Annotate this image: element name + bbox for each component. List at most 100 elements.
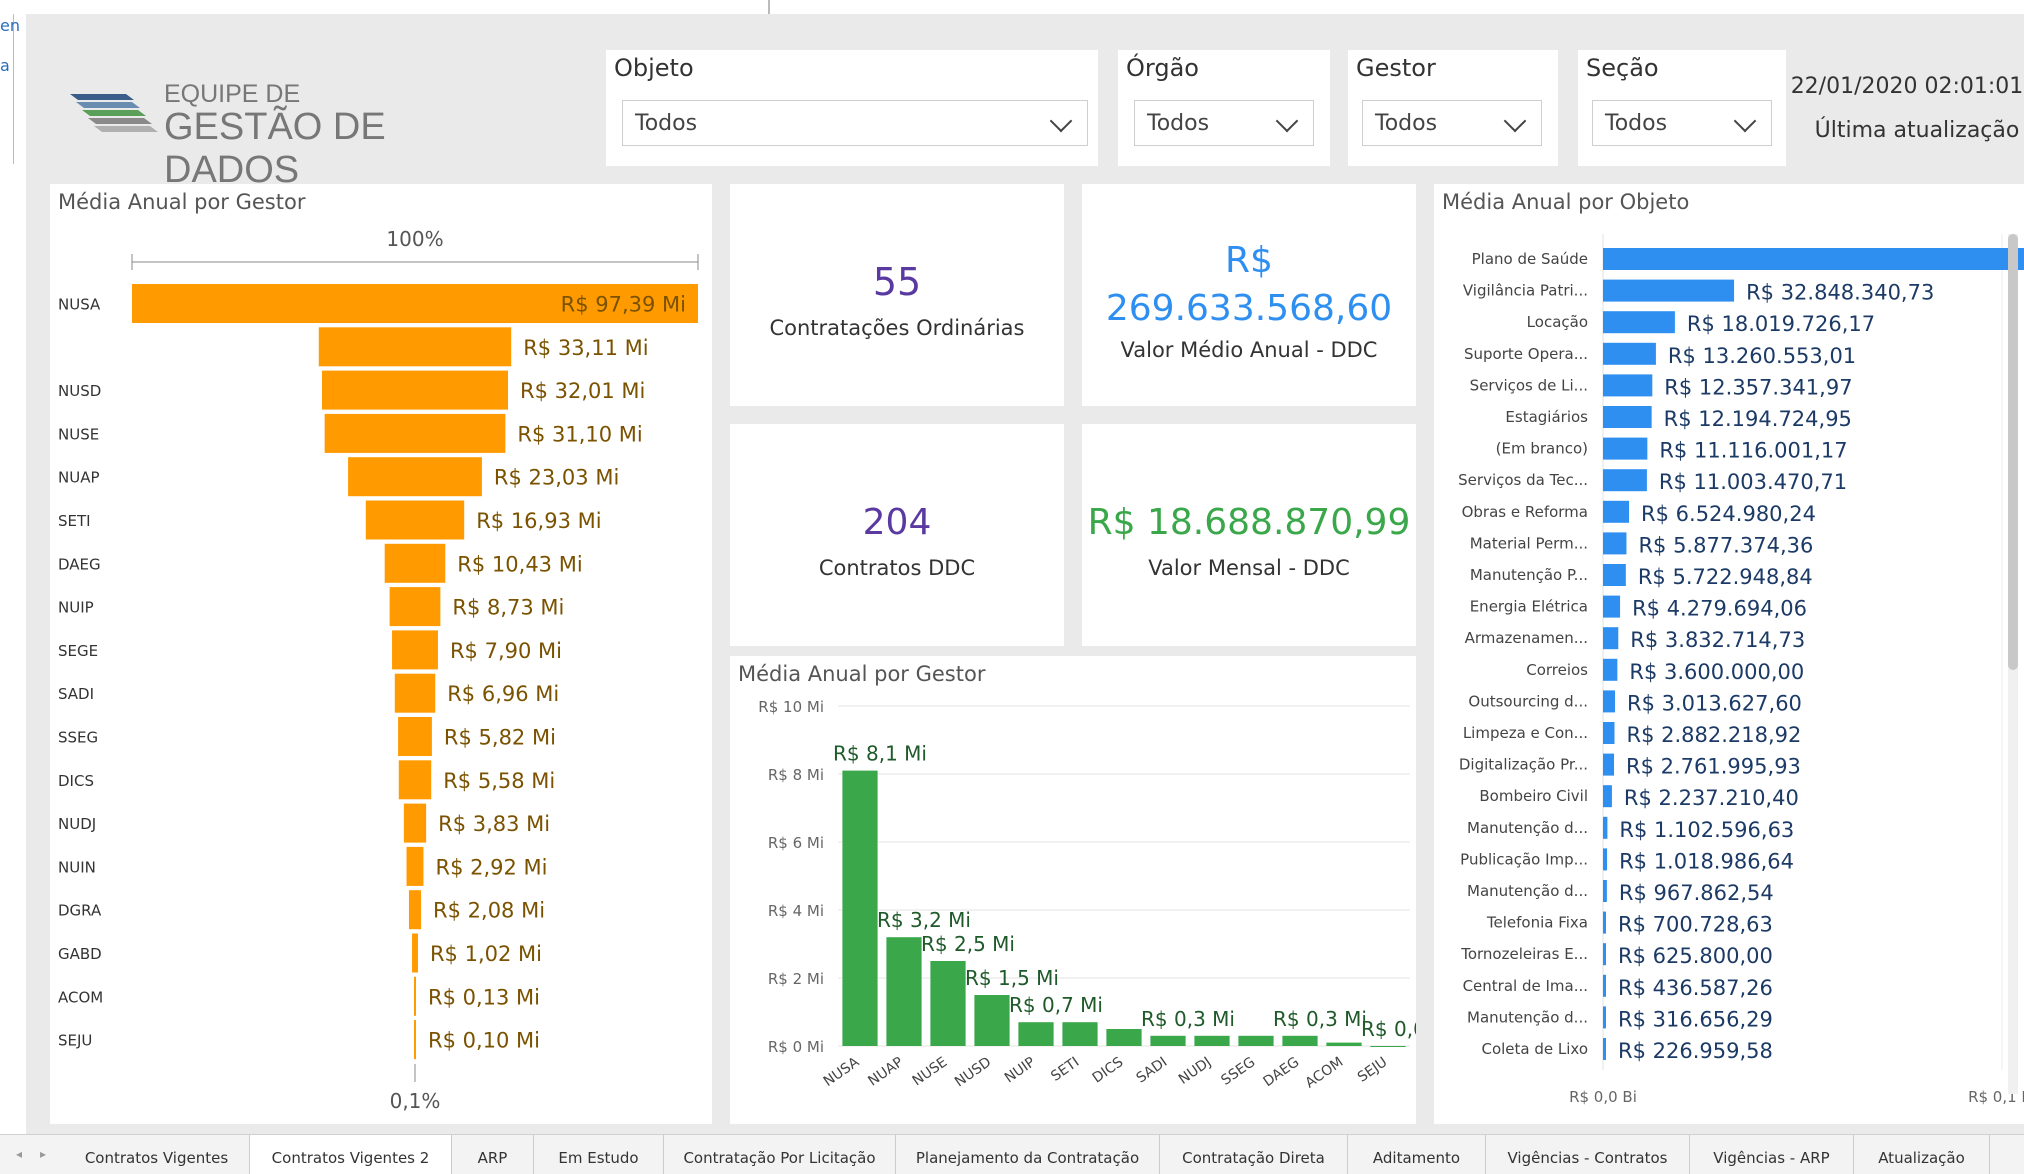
column-ytick-label: R$ 2 Mi — [768, 970, 824, 988]
slicer-objeto-value: Todos — [635, 111, 698, 136]
chart-scrollbar-track[interactable] — [2008, 234, 2018, 1094]
team-logo: EQUIPE DE GESTÃO DE DADOS — [68, 74, 488, 191]
column-value-label: R$ 0,0 Mi — [1361, 1017, 1416, 1041]
page-tab-bar: ◂ ▸ Contratos Vigentes Contratos Vigentes… — [0, 1134, 2024, 1174]
objeto-value-label: R$ 4.279.694,06 — [1632, 597, 1807, 621]
funnel-bar — [414, 1020, 416, 1060]
objeto-category-label: Correios — [1526, 661, 1588, 679]
tab-arp[interactable]: ARP — [452, 1135, 534, 1174]
objeto-category-label: Estagiários — [1505, 408, 1588, 426]
column-value-label: R$ 3,2 Mi — [877, 908, 971, 932]
objeto-value-label: R$ 2.761.995,93 — [1626, 755, 1801, 779]
objeto-bar — [1603, 469, 1647, 492]
tab-atualizacao[interactable]: Atualização — [1854, 1135, 1990, 1174]
funnel-category-label: SEGE — [58, 642, 98, 660]
objeto-bar — [1603, 722, 1615, 744]
chevron-down-icon — [1503, 109, 1527, 133]
objeto-value-label: R$ 32.848.340,73 — [1746, 281, 1934, 305]
objeto-value-label: R$ 2.882.218,92 — [1627, 723, 1802, 747]
column-value-label: R$ 0,3 Mi — [1141, 1007, 1235, 1031]
tab-contratos-vigentes[interactable]: Contratos Vigentes — [64, 1135, 250, 1174]
objeto-category-label: Limpeza e Con... — [1463, 724, 1588, 742]
top-strip — [0, 0, 2024, 14]
kpi-2-label: Valor Médio Anual - DDC — [1120, 338, 1378, 362]
column-value-label: R$ 1,5 Mi — [965, 966, 1059, 990]
kpi-contratacoes-ordinarias: 55 Contratações Ordinárias — [730, 184, 1064, 406]
column-category-label: DAEG — [1261, 1054, 1303, 1090]
objeto-value-label: R$ 11.003.470,71 — [1659, 470, 1847, 494]
funnel-value-label: R$ 6,96 Mi — [447, 682, 559, 706]
objeto-chart-card: Média Anual por Objeto Plano de SaúdeR$ … — [1434, 184, 2024, 1124]
objeto-bar — [1603, 564, 1626, 586]
slicer-gestor-value: Todos — [1375, 111, 1438, 136]
slicer-gestor[interactable]: Gestor Todos — [1348, 50, 1558, 166]
slicer-secao-dropdown[interactable]: Todos — [1592, 100, 1772, 146]
objeto-bar — [1603, 1006, 1606, 1029]
background-window-edge: en a — [0, 0, 20, 164]
kpi-3-value: 204 — [862, 502, 932, 543]
objeto-category-label: Publicação Imp... — [1460, 850, 1588, 868]
slicer-orgao-dropdown[interactable]: Todos — [1134, 100, 1314, 146]
tab-contratacao-por-licitacao[interactable]: Contratação Por Licitação — [664, 1135, 896, 1174]
kpi-contratos-ddc: 204 Contratos DDC — [730, 424, 1064, 646]
objeto-value-label: R$ 1.018.986,64 — [1619, 849, 1794, 873]
tab-scroll-right-icon[interactable]: ▸ — [40, 1147, 46, 1161]
slicer-secao[interactable]: Seção Todos — [1578, 50, 1786, 166]
slicer-gestor-dropdown[interactable]: Todos — [1362, 100, 1542, 146]
funnel-value-label: R$ 32,01 Mi — [520, 379, 645, 403]
objeto-category-label: Digitalização Pr... — [1459, 756, 1588, 774]
objeto-bar — [1603, 848, 1608, 871]
objeto-bar — [1603, 974, 1606, 997]
column-bar — [1370, 1046, 1406, 1047]
objeto-bar — [1603, 500, 1630, 523]
tab-vigencias-arp[interactable]: Vigências - ARP — [1690, 1135, 1854, 1174]
objeto-bar — [1603, 627, 1619, 650]
funnel-bar — [384, 543, 446, 583]
tab-contratacao-direta[interactable]: Contratação Direta — [1160, 1135, 1348, 1174]
objeto-category-label: Outsourcing d... — [1468, 692, 1588, 710]
column-bar — [974, 995, 1010, 1046]
funnel-bar — [348, 457, 482, 497]
funnel-category-label: SETI — [58, 512, 91, 530]
objeto-value-label: R$ 316.656,29 — [1618, 1007, 1773, 1031]
tab-em-estudo[interactable]: Em Estudo — [534, 1135, 664, 1174]
tab-aditamento[interactable]: Aditamento — [1348, 1135, 1486, 1174]
column-chart: R$ 0 Mi R$ 2 Mi R$ 4 Mi R$ 6 Mi R$ 8 Mi R$ 10… — [758, 698, 1416, 1091]
funnel-category-label: NUDJ — [58, 815, 96, 833]
funnel-value-label: R$ 23,03 Mi — [494, 466, 619, 490]
objeto-value-label: R$ 967.862,54 — [1619, 881, 1774, 905]
objeto-value-label: R$ 2.237.210,40 — [1624, 786, 1799, 810]
tab-scroll-left-icon[interactable]: ◂ — [16, 1147, 22, 1161]
tab-planejamento-da-contratacao[interactable]: Planejamento da Contratação — [896, 1135, 1160, 1174]
slicer-objeto-dropdown[interactable]: Todos — [622, 100, 1088, 146]
funnel-bar — [389, 587, 441, 627]
funnel-category-label: NUSA — [58, 296, 101, 314]
tab-contratos-vigentes-2[interactable]: Contratos Vigentes 2 — [250, 1135, 452, 1174]
column-bar — [1238, 1035, 1274, 1046]
objeto-category-label: Manutenção d... — [1467, 819, 1588, 837]
slicer-orgao-value: Todos — [1147, 111, 1210, 136]
column-chart-card: Média Anual por Gestor R$ 0 Mi R$ 2 Mi R$ … — [730, 656, 1416, 1124]
chart-scrollbar-thumb[interactable] — [2008, 234, 2018, 670]
objeto-category-label: Suporte Opera... — [1464, 345, 1588, 363]
objeto-category-label: Locação — [1527, 313, 1588, 331]
slicer-objeto[interactable]: Objeto Todos — [606, 50, 1098, 166]
report-page: en a EQUIPE DE GESTÃO DE DADOS Objeto To… — [0, 0, 2024, 1174]
column-bar — [1018, 1022, 1054, 1046]
kpi-4-value: R$ 18.688.870,99 — [1087, 502, 1411, 543]
logo-line-2: GESTÃO DE DADOS — [164, 106, 386, 191]
column-category-label: NUSA — [821, 1054, 863, 1090]
objeto-value-label: R$ 5.877.374,36 — [1638, 533, 1813, 557]
column-bar — [1150, 1035, 1186, 1046]
funnel-bar — [365, 500, 465, 540]
objeto-bar — [1603, 658, 1618, 681]
tab-vigencias-contratos[interactable]: Vigências - Contratos — [1486, 1135, 1690, 1174]
slicer-orgao[interactable]: Órgão Todos — [1118, 50, 1330, 166]
objeto-category-label: Vigilância Patri... — [1463, 282, 1588, 300]
objeto-bar — [1603, 595, 1621, 618]
objeto-bar — [1603, 248, 2024, 270]
column-value-label: R$ 8,1 Mi — [833, 742, 927, 766]
column-category-label: SETI — [1048, 1054, 1082, 1085]
objeto-bar-chart: Plano de SaúdeR$ 130.468.078,56Vigilânci… — [1458, 234, 2024, 1106]
funnel-value-label: R$ 0,13 Mi — [428, 985, 540, 1009]
